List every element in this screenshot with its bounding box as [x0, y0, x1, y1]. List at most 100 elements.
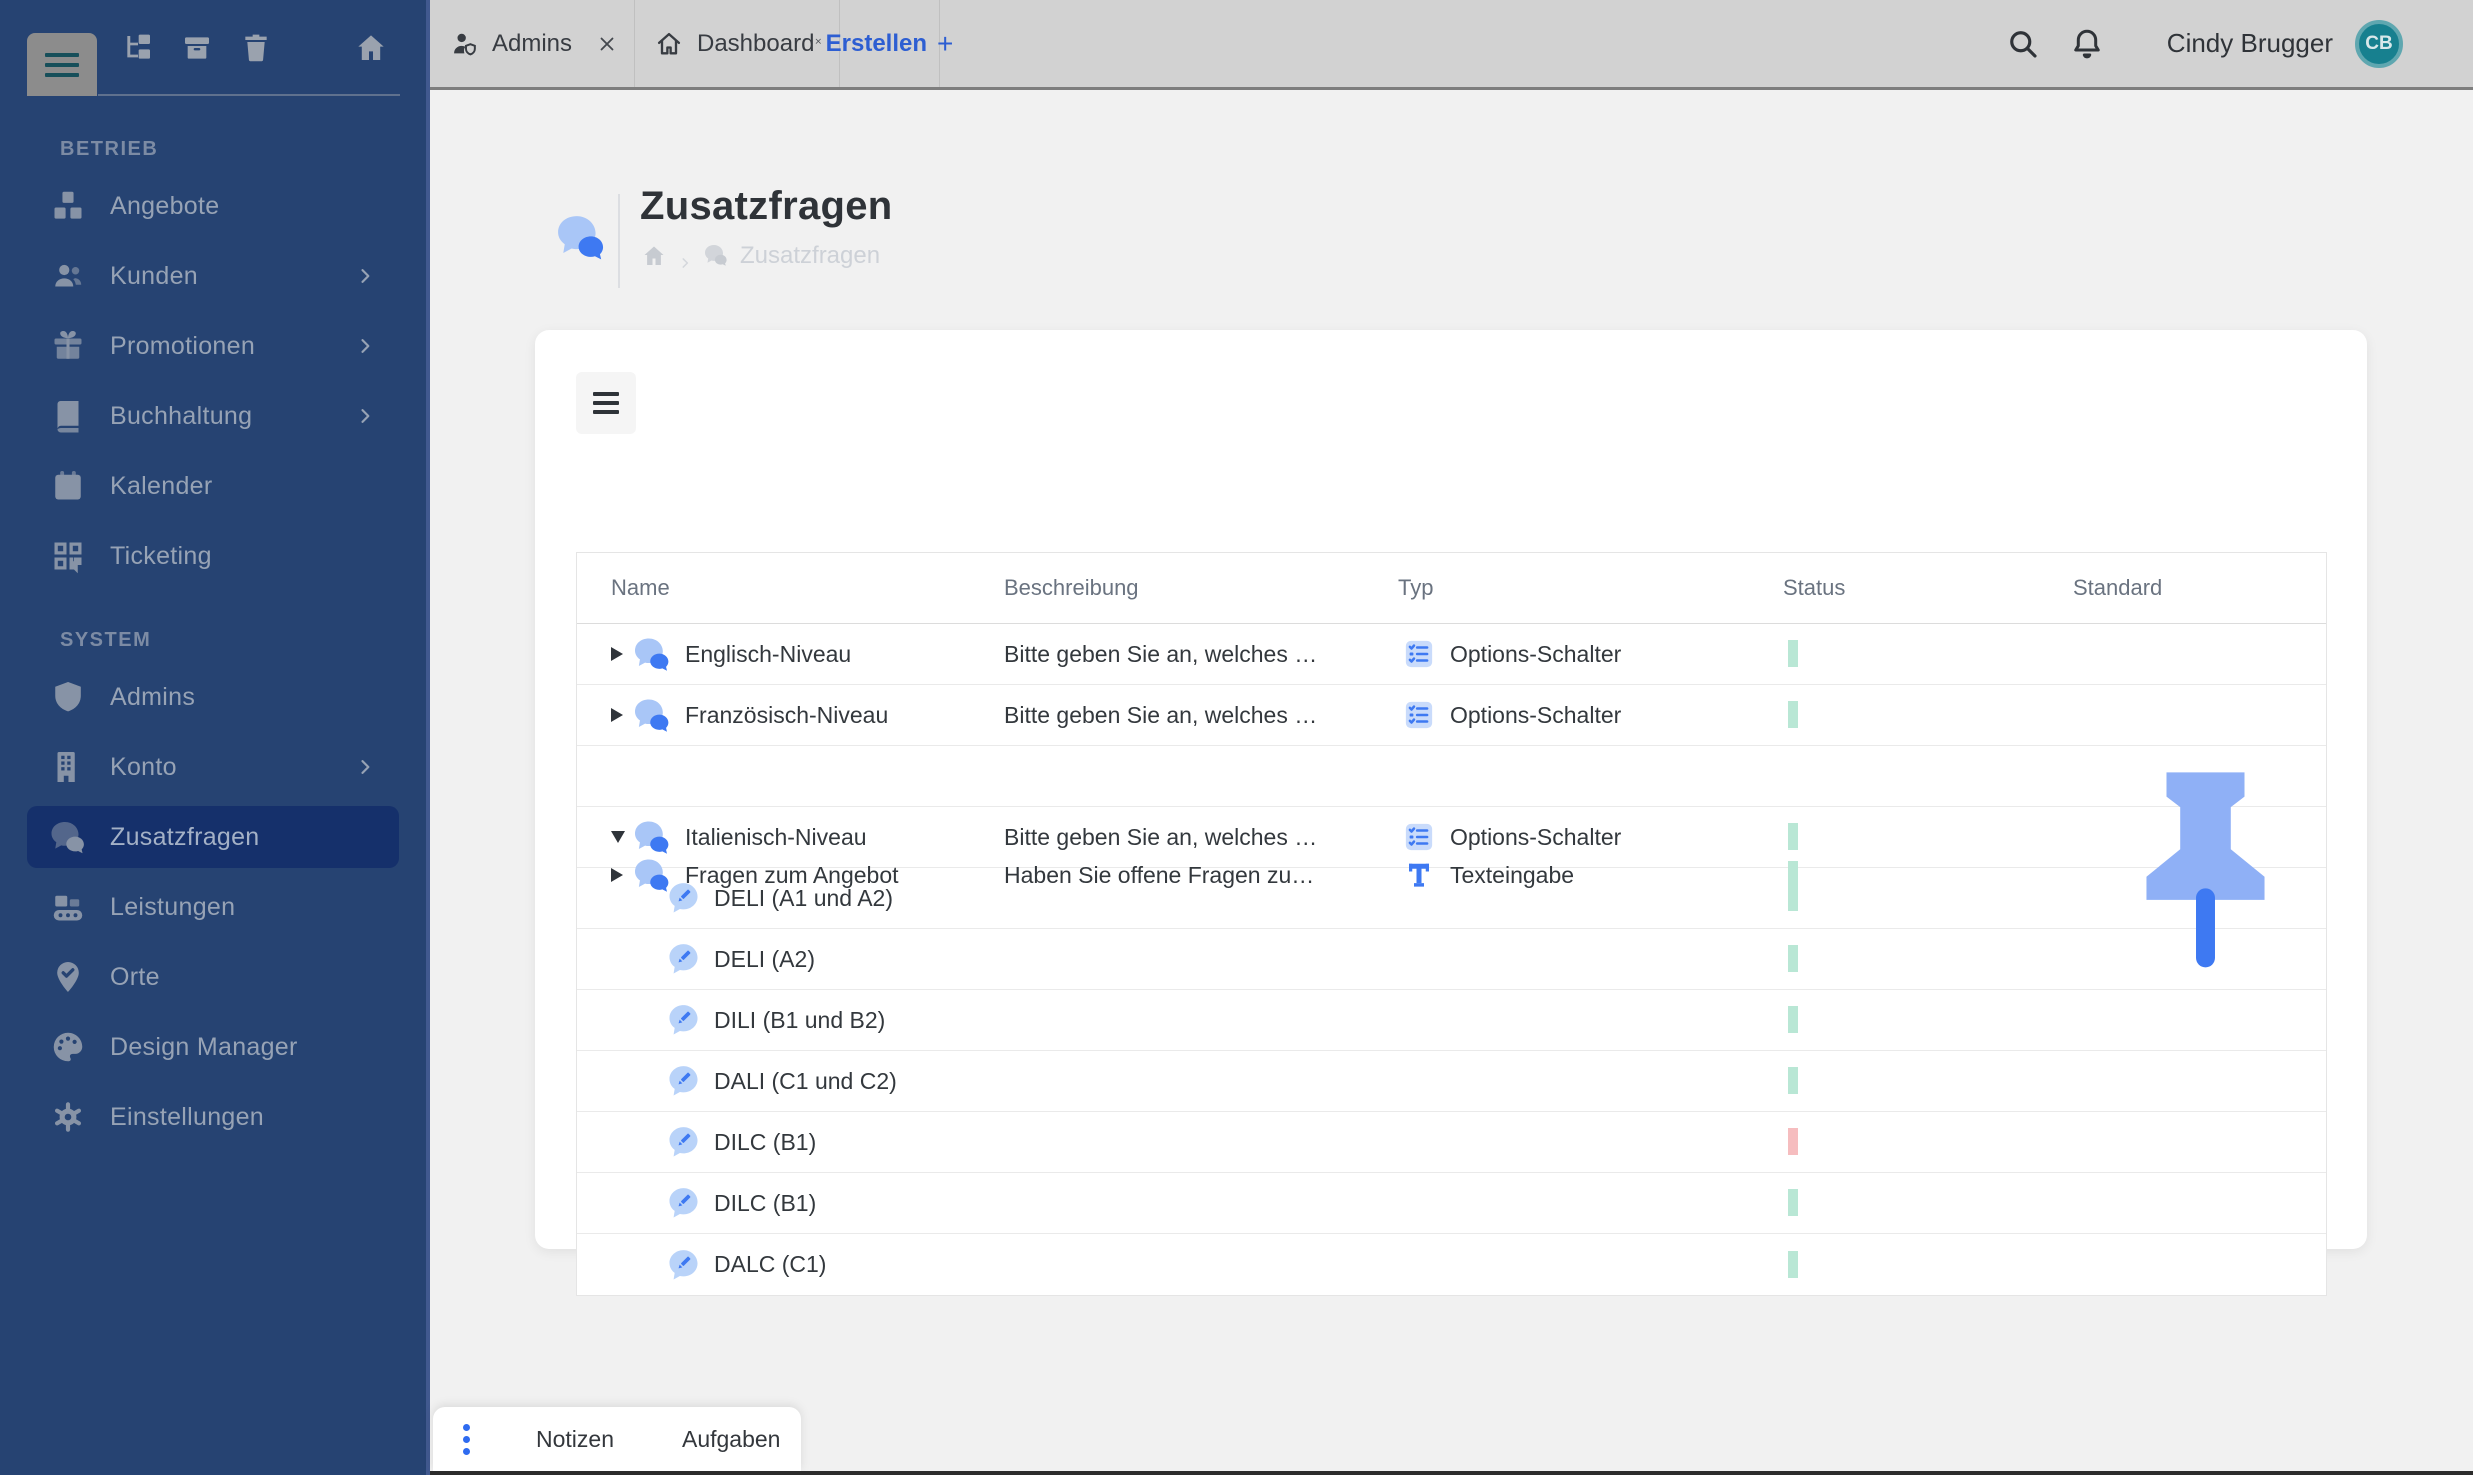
row-name: Italienisch-Niveau — [685, 823, 867, 850]
table-row[interactable]: DILC (B1) — [577, 1112, 2326, 1173]
create-tab-label: Erstellen — [825, 29, 928, 57]
table-row[interactable]: Französisch-Niveau Bitte geben Sie an, we… — [577, 685, 2326, 746]
description-cell: Bitte geben Sie an, welches … — [1004, 640, 1318, 667]
sidebar-item-design-manager[interactable]: Design Manager — [27, 1016, 399, 1078]
kebab-icon[interactable] — [457, 1420, 476, 1459]
status-cell — [1783, 1194, 2073, 1212]
sidebar-item-label: Orte — [110, 962, 160, 991]
hamburger-icon — [593, 392, 619, 414]
sidebar-item-zusatzfragen[interactable]: Zusatzfragen — [27, 806, 399, 868]
services-icon — [48, 888, 88, 926]
menu-icon[interactable] — [27, 33, 97, 96]
shield-icon — [48, 678, 88, 716]
dock-item-notizen[interactable]: Notizen — [528, 1426, 622, 1453]
description-cell: Bitte geben Sie an, welches … — [1004, 823, 1318, 850]
row-name: DELI (A2) — [714, 945, 815, 972]
sidebar-item-einstellungen[interactable]: Einstellungen — [27, 1086, 399, 1148]
sidebar-item-buchhaltung[interactable]: Buchhaltung — [27, 385, 399, 447]
title-divider — [618, 194, 620, 288]
table-row[interactable]: DILI (B1 und B2) — [577, 990, 2326, 1051]
breadcrumb-current: Zusatzfragen — [740, 242, 881, 269]
main-content: Zusatzfragen Zusatzfragen Name Beschreibu… — [430, 90, 2473, 1475]
sidebar-section-label: BETRIEB — [60, 138, 159, 160]
sidebar-item-konto[interactable]: Konto — [27, 736, 399, 798]
sidebar-item-promotionen[interactable]: Promotionen — [27, 315, 399, 377]
name-cell: DELI (A2) — [577, 942, 1004, 976]
sidebar-item-kalender[interactable]: Kalender — [27, 455, 399, 517]
name-cell: DALI (C1 und C2) — [577, 1064, 1004, 1098]
sidebar-item-label: Promotionen — [110, 331, 256, 360]
column-header-name: Name — [611, 575, 670, 600]
name-cell: DILC (B1) — [577, 1186, 1004, 1220]
table-row[interactable]: DALI (C1 und C2) — [577, 1051, 2326, 1112]
sidebar-section-label: SYSTEM — [60, 629, 152, 651]
status-cell — [1783, 1133, 2073, 1151]
chat-bubbles-icon — [633, 637, 671, 671]
sidebar-item-label: Kalender — [110, 471, 213, 500]
sidebar-item-label: Kunden — [110, 261, 198, 290]
standard-cell — [2073, 746, 2326, 1004]
status-cell — [1783, 828, 2073, 846]
status-cell — [1783, 950, 2073, 968]
sidebar-item-ticketing[interactable]: Ticketing — [27, 525, 399, 587]
home-icon[interactable] — [642, 244, 666, 268]
type-label: Options-Schalter — [1450, 640, 1622, 667]
text-input-icon — [1404, 860, 1434, 890]
table-row[interactable]: Fragen zum Angebot Haben Sie offene Frage… — [577, 746, 2326, 968]
tab-admins[interactable]: Admins — [430, 0, 635, 87]
dock-item-aufgaben[interactable]: Aufgaben — [674, 1426, 788, 1453]
trash-icon[interactable] — [240, 32, 272, 64]
sidebar-item-angebote[interactable]: Angebote — [27, 175, 399, 237]
type-label: Options-Schalter — [1450, 823, 1622, 850]
tree-icon[interactable] — [122, 32, 154, 64]
sidebar-item-kunden[interactable]: Kunden — [27, 245, 399, 307]
close-icon[interactable] — [596, 33, 618, 55]
expand-icon[interactable] — [611, 868, 623, 882]
search-icon[interactable] — [2005, 26, 2041, 62]
tab-dashboard[interactable]: Dashboard — [635, 0, 840, 87]
table-row[interactable]: DELI (A2) — [577, 929, 2326, 990]
chat-icon — [48, 818, 88, 856]
expand-icon[interactable] — [611, 647, 623, 661]
expand-icon[interactable] — [611, 708, 623, 722]
row-name: Englisch-Niveau — [685, 640, 852, 667]
column-header-beschreibung: Beschreibung — [1004, 575, 1139, 600]
pencil-bubble-icon — [667, 1064, 700, 1098]
user-name[interactable]: Cindy Brugger — [2167, 28, 2333, 59]
tab-label: Dashboard — [697, 29, 815, 57]
collapse-icon[interactable] — [611, 831, 625, 843]
chat-bubbles-icon — [704, 244, 728, 268]
table-row[interactable]: DILC (B1) — [577, 1173, 2326, 1234]
status-cell — [1783, 866, 2073, 884]
row-name: DILC (B1) — [714, 1128, 817, 1155]
chat-bubbles-icon — [556, 214, 606, 260]
status-cell — [1783, 1072, 2073, 1090]
type-label: Texteingabe — [1450, 861, 1575, 888]
name-cell: DELI (A1 und A2) — [577, 881, 1004, 915]
sidebar-item-label: Konto — [110, 752, 177, 781]
tab-erstellen[interactable]: Erstellen + — [826, 0, 953, 87]
chat-bubbles-icon — [633, 820, 671, 854]
type-cell: Texteingabe — [1398, 860, 1783, 890]
bell-icon[interactable] — [2069, 26, 2105, 62]
table-row[interactable]: DALC (C1) — [577, 1234, 2326, 1295]
sidebar-item-label: Zusatzfragen — [110, 822, 260, 851]
sidebar-item-admins[interactable]: Admins — [27, 666, 399, 728]
row-name: DALI (C1 und C2) — [714, 1067, 897, 1094]
sidebar-item-label: Admins — [110, 682, 196, 711]
description-cell: Bitte geben Sie an, welches … — [1004, 701, 1318, 728]
archive-icon[interactable] — [181, 32, 213, 64]
pushpin-icon[interactable] — [2079, 772, 2332, 1003]
name-cell: DILI (B1 und B2) — [577, 1003, 1004, 1037]
close-icon[interactable] — [814, 33, 823, 55]
avatar[interactable]: CB — [2355, 19, 2403, 68]
table-row[interactable]: Englisch-Niveau Bitte geben Sie an, welch… — [577, 624, 2326, 685]
sidebar-header — [0, 0, 426, 96]
name-cell: Französisch-Niveau — [577, 698, 1004, 732]
sidebar-item-leistungen[interactable]: Leistungen — [27, 876, 399, 938]
home-icon[interactable] — [355, 32, 387, 64]
table-menu-button[interactable] — [576, 372, 636, 434]
name-cell: Englisch-Niveau — [577, 637, 1004, 671]
status-cell — [1783, 645, 2073, 663]
sidebar-item-orte[interactable]: Orte — [27, 946, 399, 1008]
